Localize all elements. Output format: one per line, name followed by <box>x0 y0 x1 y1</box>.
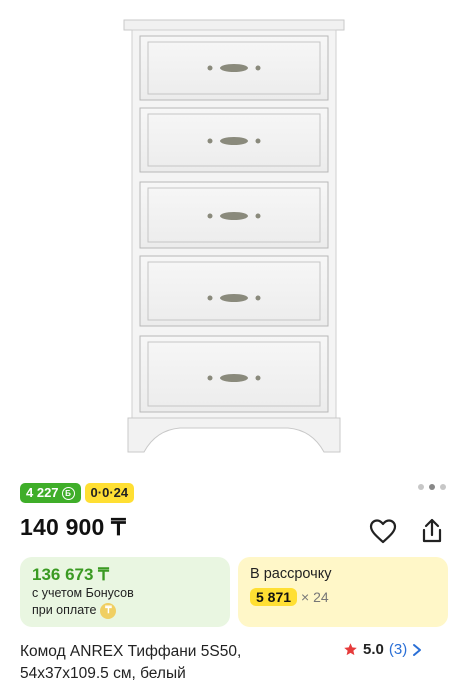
bonus-note-line1: с учетом Бонусов <box>32 586 134 600</box>
installment-row: 5 871 × 24 <box>250 588 436 606</box>
installment-badge: 0·0·24 <box>84 483 135 503</box>
installment-amount: 5 871 <box>250 588 298 606</box>
product-title: Комод ANREX Тиффани 5S50, 54x37x109.5 см… <box>20 643 242 682</box>
dresser-illustration <box>123 19 345 453</box>
heart-icon <box>369 519 397 544</box>
badges-row: 4 227 Б 0·0·24 <box>20 483 135 503</box>
reviews-count: (3) <box>388 641 408 658</box>
product-image[interactable] <box>0 0 468 470</box>
bonus-coin-icon: Б <box>61 486 75 500</box>
bonus-price-card[interactable]: 136 673 ₸ с учетом Бонусов при оплате ₸ <box>20 557 230 627</box>
bonus-note-line2: при оплате ₸ <box>32 602 218 619</box>
gallery-pagination[interactable] <box>418 484 446 490</box>
gallery-dot-active[interactable] <box>429 484 435 490</box>
rating-link[interactable]: 5.0 (3) <box>343 641 422 658</box>
installment-months: × 24 <box>301 589 329 605</box>
chevron-right-icon <box>413 643 422 656</box>
share-button[interactable] <box>417 516 447 546</box>
installment-title: В рассрочку <box>250 566 332 582</box>
product-price: 140 900 ₸ <box>20 514 126 540</box>
gallery-dot[interactable] <box>440 484 446 490</box>
share-icon <box>422 518 442 543</box>
rating-score: 5.0 <box>363 641 384 658</box>
installment-card[interactable]: В рассрочку 5 871 × 24 <box>238 557 448 627</box>
favorite-button[interactable] <box>368 516 398 546</box>
bonus-price: 136 673 ₸ <box>32 565 109 584</box>
bonus-badge: 4 227 Б <box>20 483 81 503</box>
bonus-coin-icon: ₸ <box>100 602 117 619</box>
star-icon <box>344 643 357 656</box>
gallery-dot[interactable] <box>418 484 424 490</box>
